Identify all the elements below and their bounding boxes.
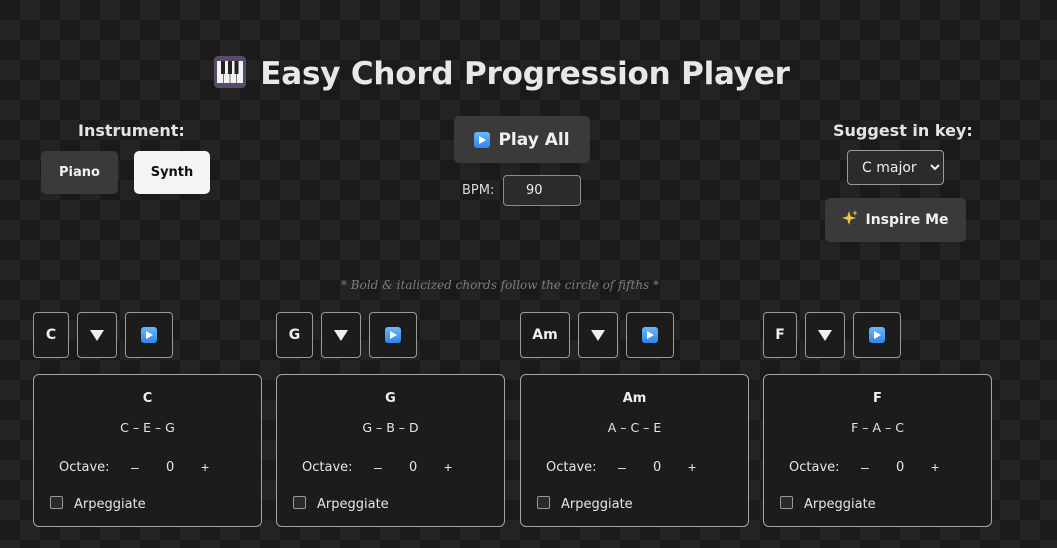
chord-card: F F – A – C Octave: – 0 + Arpeggiate [763,374,992,527]
arpeggiate-checkbox[interactable] [780,496,793,509]
chevron-down-icon [90,330,104,341]
chevron-down-icon [591,330,605,341]
octave-decrease-button[interactable]: – [618,459,626,475]
octave-value: 0 [896,460,905,475]
play-icon [385,327,401,343]
instrument-synth-button[interactable]: Synth [134,151,210,194]
play-all-label: Play All [498,129,570,150]
play-icon [642,327,658,343]
chevron-down-icon [818,330,832,341]
chord-card: Am A – C – E Octave: – 0 + Arpeggiate [520,374,749,527]
chord-symbol-button[interactable]: G [276,312,313,358]
octave-value: 0 [166,460,175,475]
octave-decrease-button[interactable]: – [374,459,382,475]
play-icon [474,131,491,148]
instrument-label: Instrument: [78,121,185,140]
chord-dropdown-button[interactable] [321,312,361,358]
chord-symbol-button[interactable]: F [763,312,797,358]
chord-notes: G – B – D [362,420,419,435]
bpm-label: BPM: [462,183,495,198]
octave-increase-button[interactable]: + [201,459,209,475]
play-chord-button[interactable] [853,312,901,358]
play-all-button[interactable]: Play All [454,116,590,163]
chord-dropdown-button[interactable] [805,312,845,358]
arpeggiate-label: Arpeggiate [74,497,146,512]
bpm-input[interactable] [503,175,581,206]
chord-notes: A – C – E [607,420,662,435]
instrument-piano-button[interactable]: Piano [41,151,118,194]
chord-notes: F – A – C [851,420,904,435]
octave-label: Octave: [546,460,597,475]
octave-decrease-button[interactable]: – [861,459,869,475]
circle-of-fifths-hint: * Bold & italicized chords follow the ci… [340,278,660,292]
octave-increase-button[interactable]: + [931,459,939,475]
chord-name: F [873,391,882,406]
chord-notes: C – E – G [120,420,175,435]
sparkles-icon [842,210,859,230]
inspire-me-label: Inspire Me [865,212,949,228]
arpeggiate-label: Arpeggiate [561,497,633,512]
octave-increase-button[interactable]: + [444,459,452,475]
arpeggiate-checkbox[interactable] [293,496,306,509]
chord-name: G [385,391,396,406]
play-icon [141,327,157,343]
octave-value: 0 [653,460,662,475]
octave-value: 0 [409,460,418,475]
play-icon [869,327,885,343]
octave-decrease-button[interactable]: – [131,459,139,475]
chord-dropdown-button[interactable] [77,312,117,358]
suggest-key-label: Suggest in key: [833,121,973,140]
arpeggiate-checkbox[interactable] [50,496,63,509]
inspire-me-button[interactable]: Inspire Me [825,198,966,242]
arpeggiate-checkbox[interactable] [537,496,550,509]
play-chord-button[interactable] [125,312,173,358]
arpeggiate-label: Arpeggiate [804,497,876,512]
key-select[interactable]: C major [847,150,944,185]
chord-card: G G – B – D Octave: – 0 + Arpeggiate [276,374,505,527]
octave-label: Octave: [59,460,110,475]
chord-dropdown-button[interactable] [578,312,618,358]
octave-label: Octave: [302,460,353,475]
chord-card: C C – E – G Octave: – 0 + Arpeggiate [33,374,262,527]
arpeggiate-label: Arpeggiate [317,497,389,512]
octave-increase-button[interactable]: + [688,459,696,475]
piano-keys-icon [214,56,247,88]
play-chord-button[interactable] [626,312,674,358]
chord-symbol-button[interactable]: Am [520,312,570,358]
chord-name: Am [622,391,647,406]
play-chord-button[interactable] [369,312,417,358]
octave-label: Octave: [789,460,840,475]
page-title-text: Easy Chord Progression Player [260,56,790,92]
chevron-down-icon [334,330,348,341]
chord-name: C [142,391,153,406]
page-title: Easy Chord Progression Player [0,56,1004,92]
chord-symbol-button[interactable]: C [33,312,69,358]
